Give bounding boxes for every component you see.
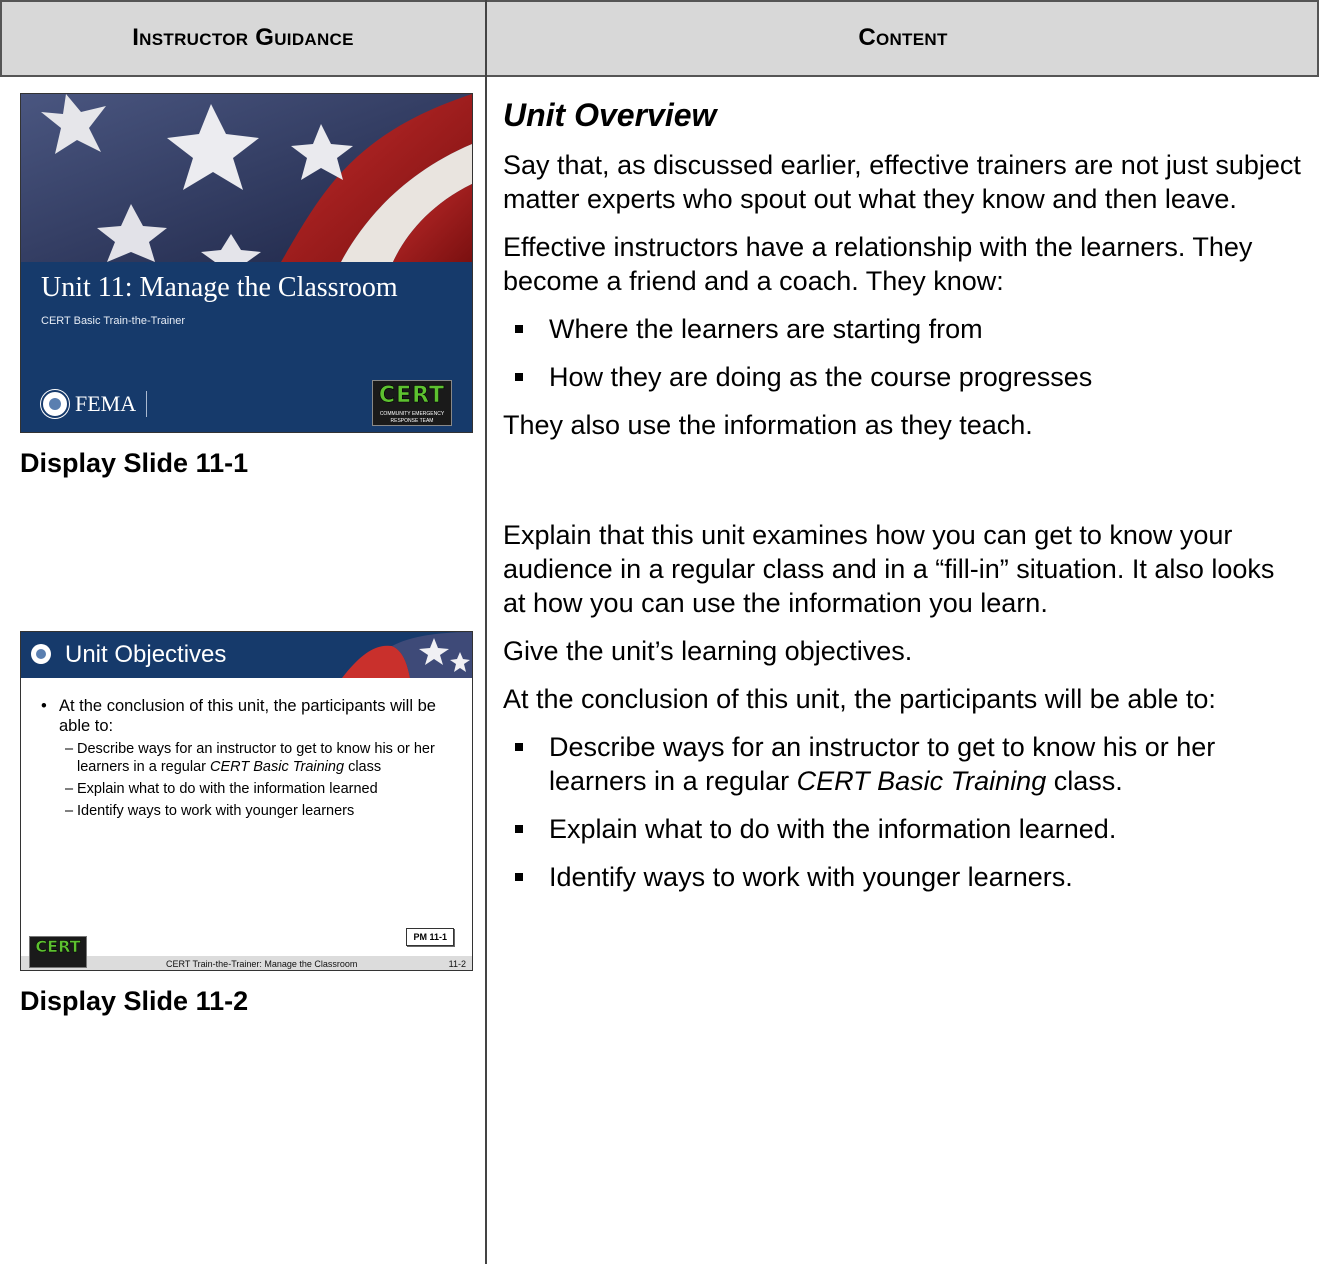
slide-objective-1-emphasis: CERT Basic Training xyxy=(210,759,345,775)
paragraph-4: Explain that this unit examines how you … xyxy=(503,520,1275,618)
slide-body: At the conclusion of this unit, the part… xyxy=(37,696,457,824)
cert-logo: CERT xyxy=(29,936,87,968)
slide-header-bar: Unit Objectives xyxy=(21,632,472,678)
table-border-top xyxy=(0,0,1319,2)
caption-slide-11-1: Display Slide 11-1 xyxy=(20,448,249,478)
objective-item-2: Explain what to do with the information … xyxy=(503,812,1303,846)
cert-logo-text: CERT xyxy=(35,937,81,957)
bullet-item: Where the learners are starting from xyxy=(503,312,1303,346)
dhs-seal-icon xyxy=(31,644,51,664)
paragraph-2: Effective instructors have a relationshi… xyxy=(503,232,1253,296)
bullet-item: How they are doing as the course progres… xyxy=(503,360,1303,394)
section-heading: Unit Overview xyxy=(503,97,717,133)
dhs-seal-icon xyxy=(41,390,69,418)
flag-image xyxy=(332,632,472,678)
pm-reference-badge: PM 11-1 xyxy=(406,928,454,946)
slide-page-number: 11-2 xyxy=(448,959,466,969)
fema-logo: FEMA xyxy=(41,390,148,418)
slide-11-1-thumbnail: Unit 11: Manage the Classroom CERT Basic… xyxy=(20,93,473,433)
table-header-row: Instructor Guidance Content xyxy=(0,0,1319,77)
paragraph-3: They also use the information as they te… xyxy=(503,410,1033,440)
objective-item-3: Identify ways to work with younger learn… xyxy=(503,860,1303,894)
caption-slide-11-2: Display Slide 11-2 xyxy=(20,986,249,1016)
paragraph-1: Say that, as discussed earlier, effectiv… xyxy=(503,150,1301,214)
slide-title: Unit Objectives xyxy=(65,641,227,668)
paragraph-5: Give the unit’s learning objectives. xyxy=(503,636,913,666)
objective-1-emphasis: CERT Basic Training xyxy=(796,766,1047,796)
flag-image xyxy=(21,94,472,262)
slide-bullet-intro: At the conclusion of this unit, the part… xyxy=(37,696,457,736)
table-border-left xyxy=(0,0,2,77)
slide-objective-1: Describe ways for an instructor to get t… xyxy=(37,740,457,776)
slide-11-2-thumbnail: Unit Objectives At the conclusion of thi… xyxy=(20,631,473,971)
slide-footer-bar: CERT Train-the-Trainer: Manage the Class… xyxy=(21,956,472,970)
header-instructor-guidance: Instructor Guidance xyxy=(132,23,354,51)
cert-logo: CERT COMMUNITY EMERGENCY RESPONSE TEAM xyxy=(372,380,452,426)
slide-footer-text: CERT Train-the-Trainer: Manage the Class… xyxy=(166,959,358,969)
objective-item-1: Describe ways for an instructor to get t… xyxy=(503,730,1303,798)
slide-objective-2: Explain what to do with the information … xyxy=(37,780,457,798)
slide-objective-1-tail: class xyxy=(344,759,382,775)
content-column: Unit Overview Say that, as discussed ear… xyxy=(503,96,1303,908)
slide-subtitle: CERT Basic Train-the-Trainer xyxy=(41,315,186,327)
slide-title: Unit 11: Manage the Classroom xyxy=(41,272,398,303)
cert-logo-text: CERT xyxy=(378,383,446,409)
fema-label: FEMA xyxy=(75,391,137,416)
header-content: Content xyxy=(858,23,948,51)
objective-1-tail: class. xyxy=(1046,766,1123,796)
fema-separator xyxy=(146,391,148,417)
paragraph-6: At the conclusion of this unit, the part… xyxy=(503,684,1216,714)
cert-logo-subtext: COMMUNITY EMERGENCY RESPONSE TEAM xyxy=(379,411,445,424)
column-divider xyxy=(485,0,487,1264)
slide-objective-3: Identify ways to work with younger learn… xyxy=(37,802,457,820)
